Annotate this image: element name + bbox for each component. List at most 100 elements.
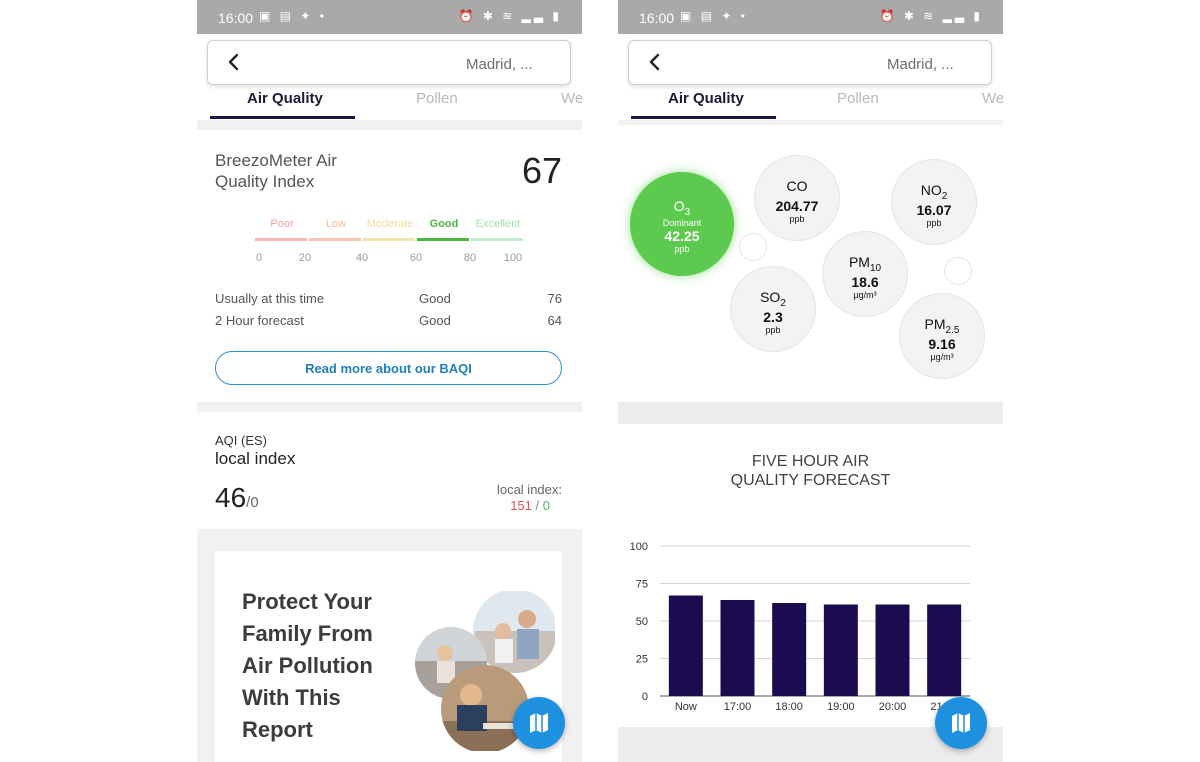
baqi-scale-labels: Poor Low Moderate Good Excellent xyxy=(255,218,525,232)
x-tick-label: 20:00 xyxy=(879,701,907,713)
header: Madrid, ... Air Quality Pollen We xyxy=(618,34,1003,120)
baqi-scale-ticks: 0 20 40 60 80 100 xyxy=(255,252,525,264)
map-button[interactable] xyxy=(935,697,987,749)
y-tick-label: 0 xyxy=(642,691,648,703)
location-name: Madrid, ... xyxy=(466,56,533,73)
y-tick-label: 75 xyxy=(636,579,648,591)
aqi-label: AQI (ES) xyxy=(215,433,268,448)
forecast-bar[interactable] xyxy=(927,604,962,697)
decorative-bubble xyxy=(944,257,972,285)
aqi-number: 46 xyxy=(215,482,247,513)
pollutant-co[interactable]: CO 204.77 ppb xyxy=(754,155,840,241)
local-index-label: local index: xyxy=(496,482,562,497)
scale-tick: 100 xyxy=(503,252,523,264)
phone-screen-baqi: 16:00 ▣ ▤ ✦ • ⏰ ✱ ≋ ▂▃ ▮ Madrid, ... Air… xyxy=(197,0,582,762)
pollutant-pm25[interactable]: PM2.5 9.16 µg/m³ xyxy=(899,293,985,379)
forecast-bar[interactable] xyxy=(875,604,910,697)
local-index-values: 151 / 0 xyxy=(510,498,550,513)
aqi-es-card: AQI (ES) local index 46/0 local index: 1… xyxy=(197,412,582,529)
pollutant-name: SO2 xyxy=(760,289,786,309)
location-name: Madrid, ... xyxy=(887,56,954,73)
forecast-card: FIVE HOUR AIR QUALITY FORECAST 0 25 50 75 10… xyxy=(618,424,1003,727)
scale-segment-excellent xyxy=(471,238,523,241)
x-tick-label: 18:00 xyxy=(775,701,803,713)
tab-pollen[interactable]: Pollen xyxy=(837,90,879,107)
section-divider xyxy=(618,402,1003,424)
forecast-title-line2: QUALITY FORECAST xyxy=(730,472,891,489)
pollutant-name: NO2 xyxy=(920,182,948,202)
forecast-bar[interactable] xyxy=(772,603,807,696)
location-search[interactable]: Madrid, ... xyxy=(628,40,992,85)
pollutant-no2[interactable]: NO2 16.07 ppb xyxy=(891,159,977,245)
pollutant-so2[interactable]: SO2 2.3 ppb xyxy=(730,266,816,352)
local-index-green: 0 xyxy=(542,498,550,513)
scale-segment-good xyxy=(417,238,469,241)
row-value: 76 xyxy=(547,291,562,306)
decorative-bubble xyxy=(739,233,767,261)
x-tick-label: Now xyxy=(675,701,697,713)
header: Madrid, ... Air Quality Pollen We xyxy=(197,34,582,120)
scale-label-poor: Poor xyxy=(270,218,294,230)
row-value: 64 xyxy=(547,313,562,328)
status-time: 16:00 xyxy=(639,10,675,26)
aqi-suffix: /0 xyxy=(246,494,259,511)
scale-tick: 0 xyxy=(255,252,263,264)
forecast-title: FIVE HOUR AIR QUALITY FORECAST xyxy=(618,452,1003,490)
pollutant-name: PM10 xyxy=(848,254,882,274)
aqi-sublabel: local index xyxy=(215,449,296,468)
pollutant-unit: µg/m³ xyxy=(930,351,954,362)
dominant-tag: Dominant xyxy=(662,217,702,228)
row-label: Usually at this time xyxy=(215,291,325,306)
baqi-value: 67 xyxy=(521,150,562,191)
x-tick-label: 19:00 xyxy=(827,701,855,713)
pollutant-name: O3 xyxy=(673,198,691,218)
pollutant-value: 16.07 xyxy=(916,201,952,218)
y-tick-label: 25 xyxy=(636,654,648,666)
scale-segment-poor xyxy=(255,238,307,241)
back-arrow-icon[interactable] xyxy=(222,50,246,74)
phone-screen-pollutants: 16:00 ▣ ▤ ✦ • ⏰ ✱ ≋ ▂▃ ▮ Madrid, ... Air… xyxy=(618,0,1003,762)
status-bar: 16:00 ▣ ▤ ✦ • ⏰ ✱ ≋ ▂▃ ▮ xyxy=(197,0,582,34)
scale-label-good: Good xyxy=(429,218,459,230)
scale-tick: 20 xyxy=(298,252,312,264)
notification-icons: ▣ ▤ ✦ • xyxy=(259,9,327,23)
pollutant-name: PM2.5 xyxy=(924,316,960,336)
pollutant-pm10[interactable]: PM10 18.6 µg/m³ xyxy=(822,231,908,317)
promo-card[interactable]: Protect Your Family From Air Pollution W… xyxy=(215,551,562,762)
scale-segment-low xyxy=(309,238,361,241)
scale-tick: 60 xyxy=(409,252,423,264)
tab-air-quality[interactable]: Air Quality xyxy=(247,90,323,107)
status-bar: 16:00 ▣ ▤ ✦ • ⏰ ✱ ≋ ▂▃ ▮ xyxy=(618,0,1003,34)
notification-icons: ▣ ▤ ✦ • xyxy=(680,9,748,23)
tab-pollen[interactable]: Pollen xyxy=(416,90,458,107)
tab-weather[interactable]: We xyxy=(982,90,1003,107)
tab-indicator xyxy=(631,116,776,119)
map-icon xyxy=(952,713,970,733)
pollutant-unit: µg/m³ xyxy=(853,289,877,300)
local-index-red: 151 xyxy=(510,498,532,513)
forecast-title-line1: FIVE HOUR AIR xyxy=(751,453,870,470)
map-button[interactable] xyxy=(513,697,565,749)
system-icons: ⏰ ✱ ≋ ▂▃ ▮ xyxy=(458,9,562,23)
back-arrow-icon[interactable] xyxy=(643,50,667,74)
forecast-bar[interactable] xyxy=(720,600,755,696)
baqi-card: BreezoMeter Air Quality Index 67 Poor Lo… xyxy=(197,130,582,402)
baqi-title: BreezoMeter Air Quality Index xyxy=(215,151,337,191)
row-status: Good xyxy=(419,291,451,306)
pollutant-value: 42.25 xyxy=(664,227,700,244)
tab-weather[interactable]: We xyxy=(561,90,582,107)
pollutant-o3[interactable]: O3 Dominant 42.25 ppb xyxy=(630,172,734,276)
scale-tick: 80 xyxy=(463,252,477,264)
read-more-button[interactable]: Read more about our BAQI xyxy=(215,351,562,385)
status-time: 16:00 xyxy=(218,10,254,26)
pollutant-unit: ppb xyxy=(765,324,781,335)
tab-indicator xyxy=(210,116,355,119)
location-search[interactable]: Madrid, ... xyxy=(207,40,571,85)
row-status: Good xyxy=(419,313,451,328)
tab-air-quality[interactable]: Air Quality xyxy=(668,90,744,107)
forecast-bar[interactable] xyxy=(668,595,703,697)
pollutant-unit: ppb xyxy=(926,217,942,228)
aqi-value: 46/0 xyxy=(215,482,259,514)
pollutant-name: CO xyxy=(786,178,808,194)
forecast-bar[interactable] xyxy=(823,604,858,697)
